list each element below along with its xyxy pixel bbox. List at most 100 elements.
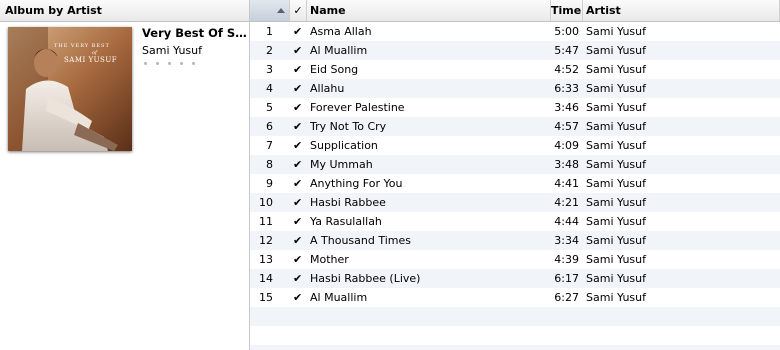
track-name: Ya Rasulallah (310, 215, 382, 228)
column-header-name[interactable]: Name (307, 0, 551, 21)
track-name: Anything For You (310, 177, 403, 190)
track-name: Mother (310, 253, 349, 266)
track-time: 6:17 (554, 272, 579, 285)
track-number: 14 (259, 272, 273, 285)
track-number: 2 (266, 44, 273, 57)
table-row[interactable]: 15 ✔ Al Muallim 6:27 Sami Yusuf (250, 288, 780, 307)
cover-text-line3: SAMI YUSUF (64, 56, 118, 64)
track-time: 4:57 (554, 120, 579, 133)
track-artist: Sami Yusuf (586, 177, 646, 190)
table-row[interactable]: 8 ✔ My Ummah 3:48 Sami Yusuf (250, 155, 780, 174)
column-header-artist[interactable]: Artist (583, 0, 780, 21)
track-artist: Sami Yusuf (586, 196, 646, 209)
track-checkbox[interactable]: ✔ (293, 288, 303, 307)
table-row[interactable]: 2 ✔ Al Muallim 5:47 Sami Yusuf (250, 41, 780, 60)
track-artist: Sami Yusuf (586, 158, 646, 171)
track-time: 6:33 (554, 82, 579, 95)
track-time: 4:44 (554, 215, 579, 228)
track-checkbox[interactable]: ✔ (293, 174, 303, 193)
track-time: 4:52 (554, 63, 579, 76)
table-row[interactable]: 1 ✔ Asma Allah 5:00 Sami Yusuf (250, 22, 780, 41)
table-row[interactable]: 3 ✔ Eid Song 4:52 Sami Yusuf (250, 60, 780, 79)
track-checkbox[interactable]: ✔ (293, 136, 303, 155)
track-checkbox[interactable]: ✔ (293, 117, 303, 136)
track-name: Al Muallim (310, 291, 368, 304)
track-checkbox[interactable]: ✔ (293, 193, 303, 212)
track-time: 6:27 (554, 291, 579, 304)
track-time: 5:47 (554, 44, 579, 57)
empty-row (250, 307, 780, 326)
album-browser-header[interactable]: Album by Artist (0, 0, 249, 22)
track-name: Hasbi Rabbee (Live) (310, 272, 421, 285)
track-artist: Sami Yusuf (586, 63, 646, 76)
track-number: 7 (266, 139, 273, 152)
track-artist: Sami Yusuf (586, 253, 646, 266)
track-number: 1 (266, 25, 273, 38)
table-row[interactable]: 12 ✔ A Thousand Times 3:34 Sami Yusuf (250, 231, 780, 250)
rating-dot[interactable] (192, 62, 195, 65)
rating-dot[interactable] (180, 62, 183, 65)
track-artist: Sami Yusuf (586, 215, 646, 228)
track-number: 8 (266, 158, 273, 171)
track-checkbox[interactable]: ✔ (293, 269, 303, 288)
track-number: 10 (259, 196, 273, 209)
track-time: 4:09 (554, 139, 579, 152)
empty-row (250, 345, 780, 350)
track-number: 5 (266, 101, 273, 114)
album-rating[interactable] (144, 62, 195, 65)
track-name: Forever Palestine (310, 101, 405, 114)
track-rows: 1 ✔ Asma Allah 5:00 Sami Yusuf 2 ✔ Al Mu… (250, 22, 780, 350)
empty-row (250, 326, 780, 345)
column-header-time[interactable]: Time (551, 0, 583, 21)
table-row[interactable]: 9 ✔ Anything For You 4:41 Sami Yusuf (250, 174, 780, 193)
track-number: 3 (266, 63, 273, 76)
track-checkbox[interactable]: ✔ (293, 98, 303, 117)
rating-dot[interactable] (144, 62, 147, 65)
cover-text-line1: THE VERY BEST (54, 43, 110, 49)
track-number: 12 (259, 234, 273, 247)
track-artist: Sami Yusuf (586, 25, 646, 38)
sort-ascending-icon (277, 8, 285, 13)
track-artist: Sami Yusuf (586, 44, 646, 57)
track-checkbox[interactable]: ✔ (293, 231, 303, 250)
track-checkbox[interactable]: ✔ (293, 250, 303, 269)
table-row[interactable]: 6 ✔ Try Not To Cry 4:57 Sami Yusuf (250, 117, 780, 136)
table-row[interactable]: 14 ✔ Hasbi Rabbee (Live) 6:17 Sami Yusuf (250, 269, 780, 288)
table-row[interactable]: 10 ✔ Hasbi Rabbee 4:21 Sami Yusuf (250, 193, 780, 212)
track-number: 15 (259, 291, 273, 304)
track-artist: Sami Yusuf (586, 120, 646, 133)
track-time: 3:46 (554, 101, 579, 114)
track-number: 9 (266, 177, 273, 190)
rating-dot[interactable] (156, 62, 159, 65)
track-checkbox[interactable]: ✔ (293, 60, 303, 79)
track-number: 4 (266, 82, 273, 95)
table-row[interactable]: 5 ✔ Forever Palestine 3:46 Sami Yusuf (250, 98, 780, 117)
track-artist: Sami Yusuf (586, 82, 646, 95)
track-name: Al Muallim (310, 44, 368, 57)
track-time: 3:48 (554, 158, 579, 171)
track-time: 4:39 (554, 253, 579, 266)
track-name: Eid Song (310, 63, 359, 76)
album-cover-art[interactable]: THE VERY BEST of SAMI YUSUF (8, 27, 132, 151)
track-checkbox[interactable]: ✔ (293, 79, 303, 98)
track-time: 3:34 (554, 234, 579, 247)
table-row[interactable]: 4 ✔ Allahu 6:33 Sami Yusuf (250, 79, 780, 98)
track-artist: Sami Yusuf (586, 101, 646, 114)
table-row[interactable]: 11 ✔ Ya Rasulallah 4:44 Sami Yusuf (250, 212, 780, 231)
track-name: Asma Allah (310, 25, 372, 38)
track-checkbox[interactable]: ✔ (293, 22, 303, 41)
rating-dot[interactable] (168, 62, 171, 65)
table-row[interactable]: 13 ✔ Mother 4:39 Sami Yusuf (250, 250, 780, 269)
table-row[interactable]: 7 ✔ Supplication 4:09 Sami Yusuf (250, 136, 780, 155)
track-artist: Sami Yusuf (586, 291, 646, 304)
track-checkbox[interactable]: ✔ (293, 212, 303, 231)
album-title[interactable]: Very Best Of Sami Yusuf (142, 26, 248, 40)
column-header-track-number[interactable] (250, 0, 290, 21)
track-checkbox[interactable]: ✔ (293, 155, 303, 174)
track-artist: Sami Yusuf (586, 272, 646, 285)
track-artist: Sami Yusuf (586, 139, 646, 152)
track-checkbox[interactable]: ✔ (293, 41, 303, 60)
column-header-checked[interactable]: ✓ (290, 0, 307, 21)
album-browser-pane: Album by Artist THE VERY BEST of SAMI YU… (0, 0, 250, 350)
album-artist[interactable]: Sami Yusuf (142, 44, 202, 57)
